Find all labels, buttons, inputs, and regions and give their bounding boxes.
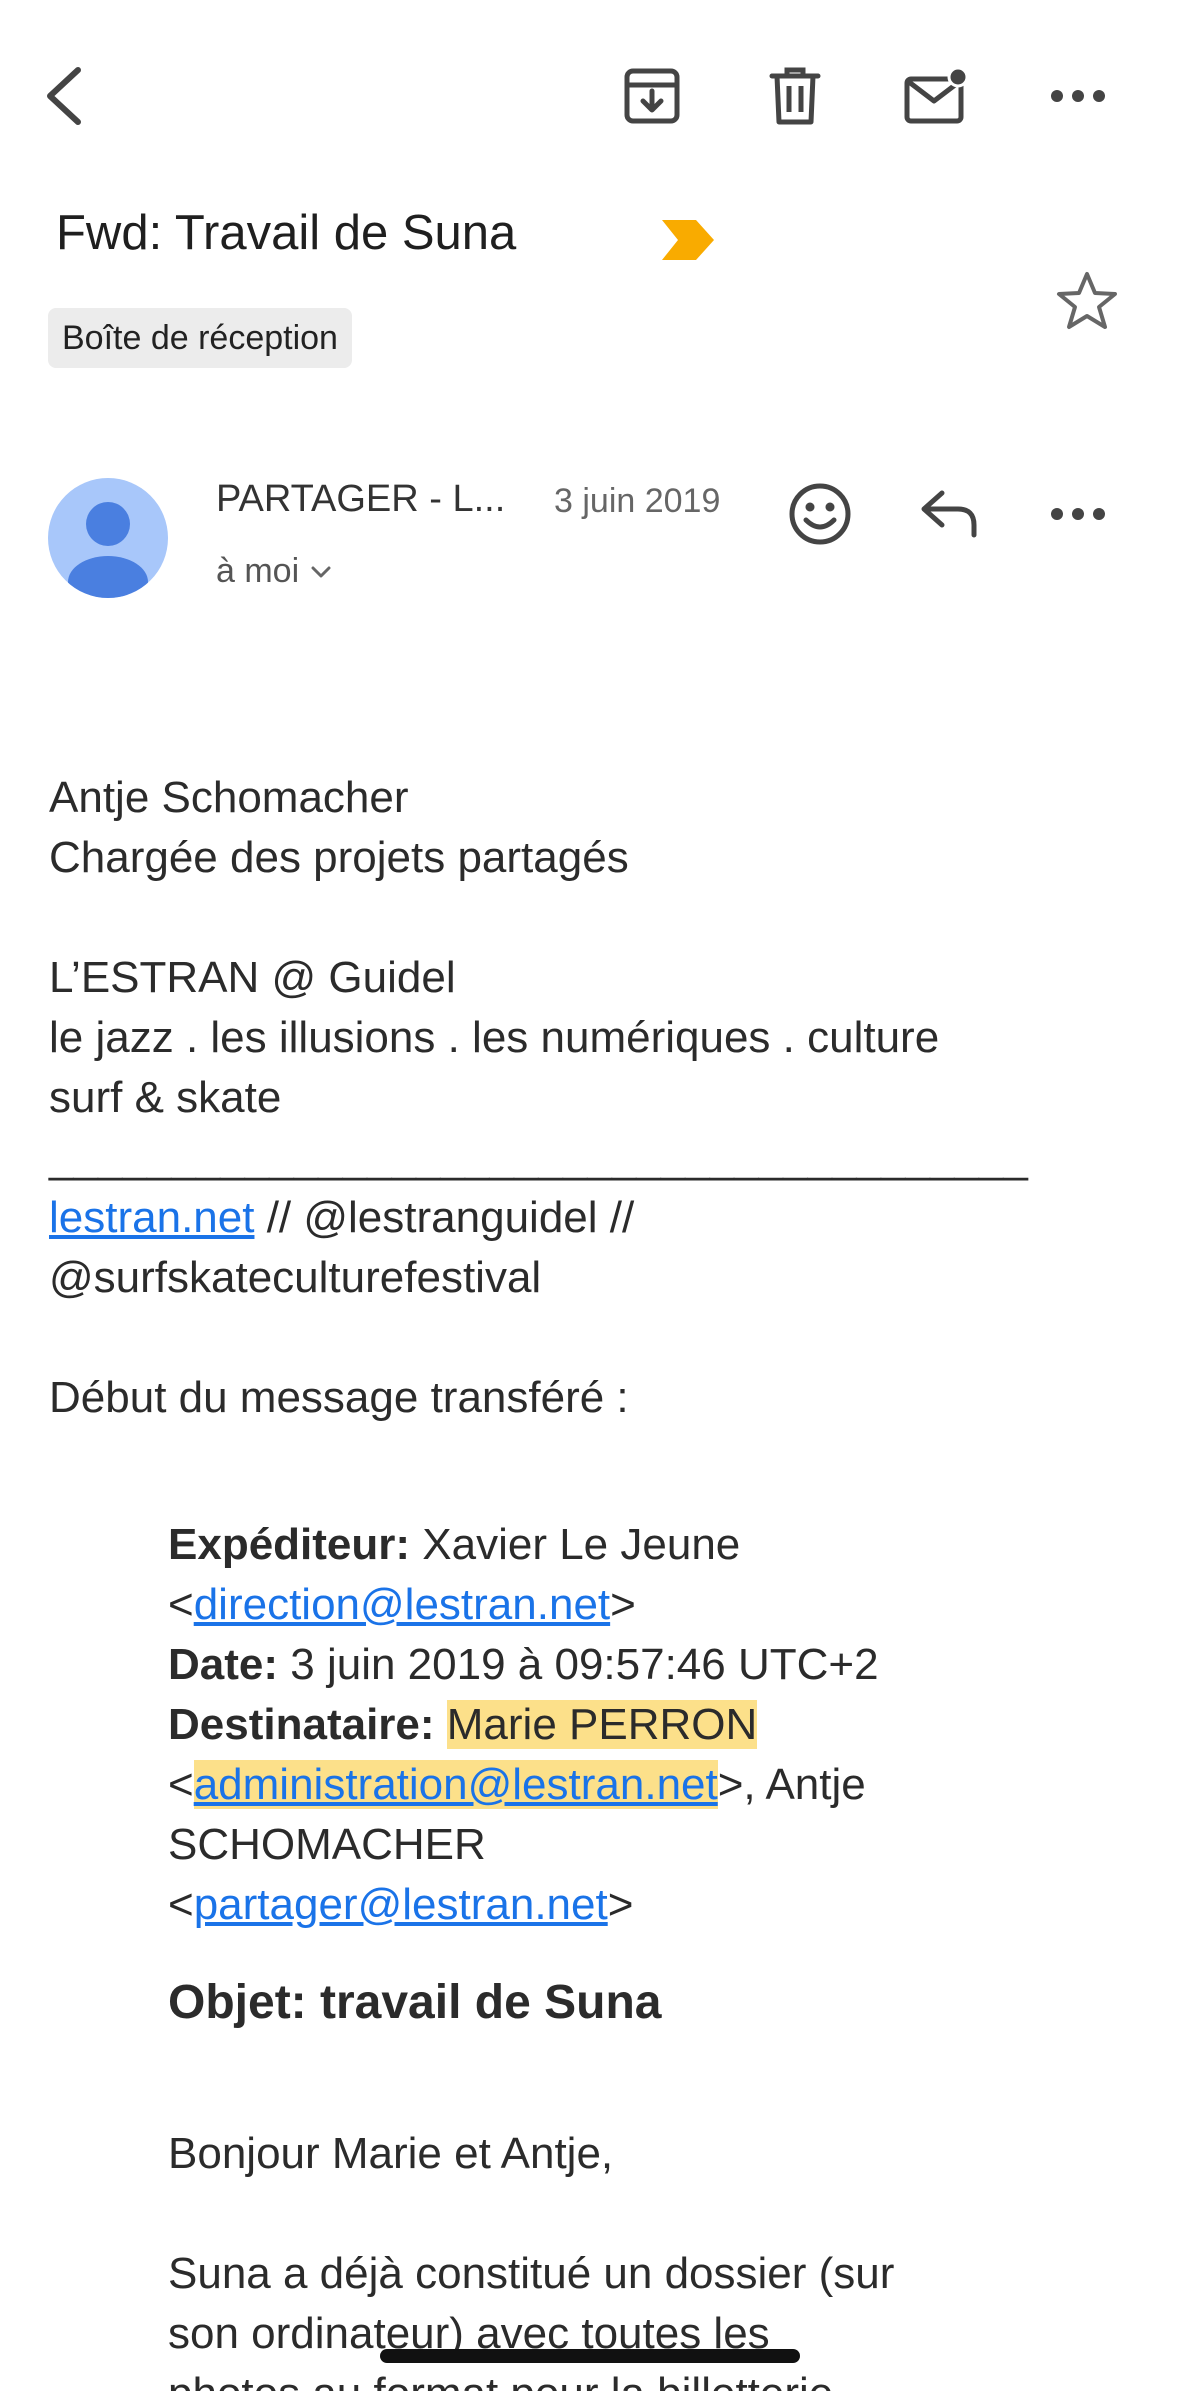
chevron-down-icon [311, 566, 331, 577]
forwarded-to-line: Destinataire: Marie PERRON [168, 1695, 758, 1755]
more-horizontal-icon [1051, 508, 1105, 520]
signature-org: L’ESTRAN @ Guidel [49, 953, 456, 1002]
forwarded-from-email-line: <direction@lestran.net> [168, 1580, 636, 1629]
to-email-1-link[interactable]: administration@lestran.net [193, 1760, 718, 1809]
emoji-reaction-icon [789, 483, 851, 545]
back-button[interactable] [24, 56, 104, 136]
star-icon [1057, 272, 1117, 329]
forwarded-to-email-2-line: <partager@lestran.net> [168, 1880, 634, 1929]
home-indicator[interactable] [380, 2349, 800, 2363]
signature-tagline-1: le jazz . les illusions . les numériques… [49, 1013, 940, 1062]
forwarded-from-line: Expéditeur: Xavier Le Jeune [168, 1515, 740, 1575]
website-link[interactable]: lestran.net [49, 1193, 254, 1242]
to-email-2-link[interactable]: partager@lestran.net [194, 1880, 608, 1929]
emoji-reaction-button[interactable] [780, 474, 860, 554]
person-icon [68, 502, 148, 598]
mark-unread-icon [904, 67, 969, 124]
reply-icon [921, 490, 977, 538]
archive-icon [624, 68, 680, 124]
recipient-toggle[interactable]: à moi [216, 552, 331, 591]
signature-divider: ________________________________________ [49, 1133, 1028, 1182]
from-email-link[interactable]: direction@lestran.net [194, 1580, 610, 1629]
back-arrow-icon [47, 67, 81, 125]
email-subject: Fwd: Travail de Suna [56, 206, 517, 260]
to-name-1: Marie PERRON [446, 1700, 758, 1749]
date-value: 3 juin 2019 à 09:57:46 UTC+2 [278, 1640, 879, 1689]
recipient-label: à moi [216, 552, 300, 590]
more-options-button[interactable] [1038, 56, 1118, 136]
mark-unread-button[interactable] [896, 56, 976, 136]
reply-button[interactable] [910, 474, 990, 554]
star-button[interactable] [1055, 270, 1119, 337]
more-horizontal-icon [1051, 90, 1105, 102]
social-handles: // @lestranguidel // [254, 1193, 635, 1242]
sender-avatar[interactable] [48, 478, 168, 598]
signature-tagline-2: surf & skate [49, 1073, 282, 1122]
importance-marker[interactable] [660, 218, 716, 267]
to-name-2: SCHOMACHER [168, 1820, 486, 1869]
from-label: Expéditeur: [168, 1520, 411, 1569]
trash-icon [769, 67, 821, 125]
forward-intro: Début du message transféré : [49, 1373, 629, 1422]
importance-marker-icon [662, 220, 714, 260]
from-name: Xavier Le Jeune [410, 1520, 741, 1569]
top-toolbar [0, 0, 1179, 190]
sender-name[interactable]: PARTAGER - L... [216, 478, 505, 521]
inbox-label-chip[interactable]: Boîte de réception [48, 308, 352, 368]
signature-name: Antje Schomacher [49, 773, 409, 822]
delete-button[interactable] [755, 56, 835, 136]
message-greeting: Bonjour Marie et Antje, [168, 2129, 614, 2178]
to-separator: >, Antje [717, 1760, 866, 1809]
to-label: Destinataire: [168, 1700, 435, 1749]
message-more-button[interactable] [1038, 474, 1118, 554]
archive-button[interactable] [612, 56, 692, 136]
signature-role: Chargée des projets partagés [49, 833, 629, 882]
signature-links: lestran.net // @lestranguidel // [49, 1188, 634, 1248]
email-view: Fwd: Travail de Suna Boîte de réception … [0, 0, 1179, 2391]
sender-date: 3 juin 2019 [554, 482, 721, 520]
message-line-1: Suna a déjà constitué un dossier (sur [168, 2249, 895, 2298]
date-label: Date: [168, 1640, 279, 1689]
social-handle-festival: @surfskateculturefestival [49, 1253, 542, 1302]
forwarded-subject: Objet: travail de Suna [168, 1976, 662, 2029]
message-line-3: photos au format pour la billetterie [168, 2364, 833, 2391]
forwarded-to-email-line: <administration@lestran.net>, Antje [168, 1760, 866, 1809]
forwarded-date-line: Date: 3 juin 2019 à 09:57:46 UTC+2 [168, 1635, 879, 1695]
